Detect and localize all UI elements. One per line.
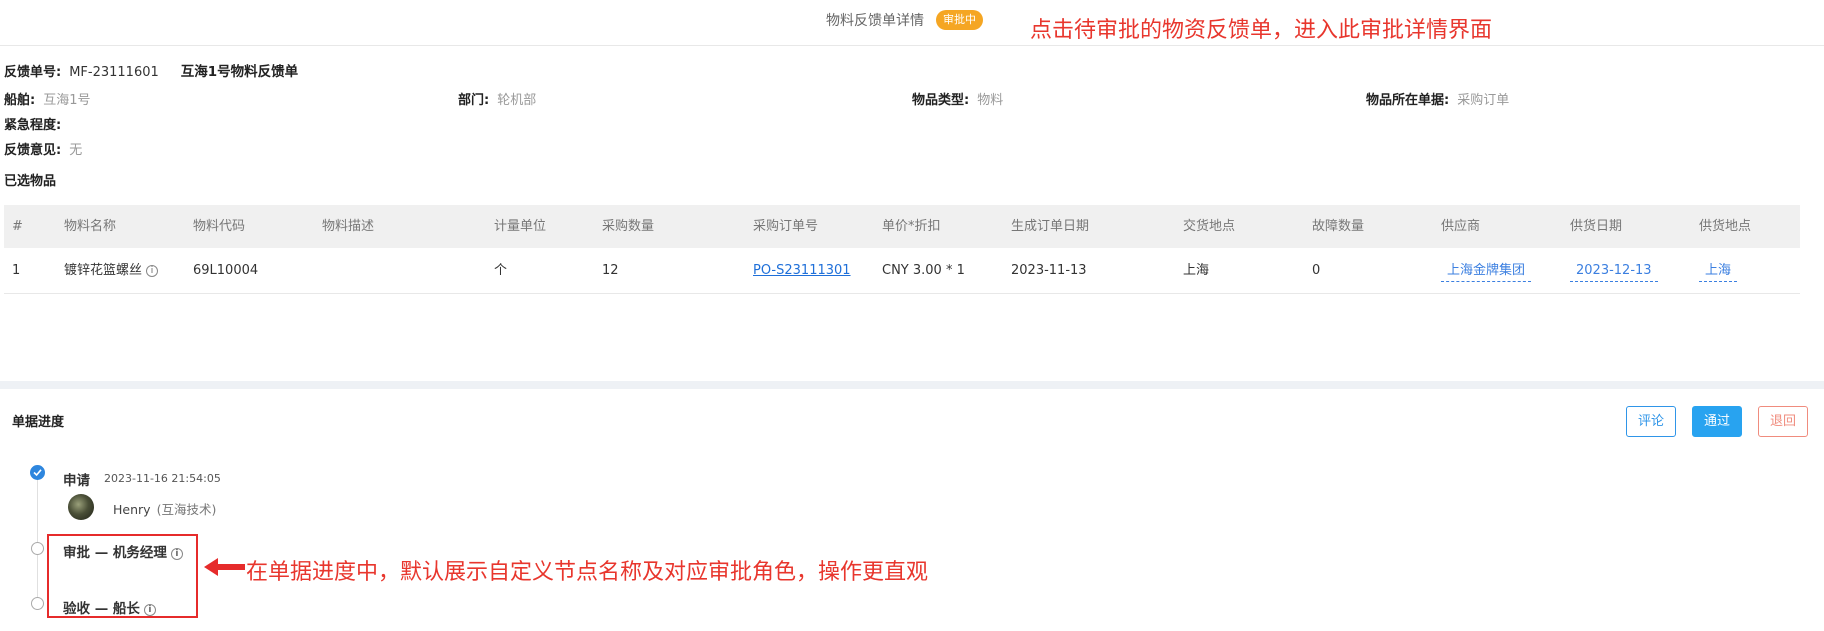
approval-detail-page: 物料反馈单详情 审批中 点击待审批的物资反馈单，进入此审批详情界面 反馈单号: M… [0,0,1824,631]
timeline-line [37,478,38,598]
section-divider [0,381,1824,389]
info-icon[interactable]: i [146,265,159,277]
item-type-field: 物品类型: 物料 [912,89,1003,108]
column-header: 交货地点 [1183,219,1236,234]
feedback-no-row: 反馈单号: MF-23111601 互海1号物料反馈单 [4,60,298,80]
avatar [68,494,94,520]
table-header: # 物料名称 物料代码 物料描述 计量单位 采购数量 采购订单号 单价*折扣 生… [4,205,1800,248]
step-done-marker [30,465,45,480]
check-icon [33,469,42,477]
material-name: 镀锌花篮螺丝 [64,263,143,278]
urgency-label: 紧急程度: [4,118,62,133]
column-header: 生成订单日期 [1011,219,1090,234]
step-apply-time: 2023-11-16 21:54:05 [104,472,221,485]
source-doc-label: 物品所在单据: [1366,93,1450,108]
urgency-field: 紧急程度: [4,114,69,133]
unit-price: CNY 3.00 * 1 [882,263,965,278]
supply-date-cell: 2023-12-13 [1570,248,1658,294]
header-bar: 物料反馈单详情 审批中 点击待审批的物资反馈单，进入此审批详情界面 [0,0,1824,46]
selected-items-table: # 物料名称 物料代码 物料描述 计量单位 采购数量 采购订单号 单价*折扣 生… [4,205,1800,294]
annotation-top: 点击待审批的物资反馈单，进入此审批详情界面 [1030,18,1493,43]
column-header: 供货日期 [1570,219,1623,234]
po-number-link[interactable]: PO-S23111301 [753,248,851,294]
user-name: Henry [113,502,151,517]
arrow-left-icon [204,558,245,576]
column-header: 故障数量 [1312,219,1365,234]
column-header: # [12,219,23,234]
form-name: 互海1号物料反馈单 [180,64,299,80]
supplier-cell: 上海金牌集团 [1441,248,1532,294]
supply-date-field[interactable]: 2023-12-13 [1570,260,1658,282]
supply-place-field[interactable]: 上海 [1699,260,1738,282]
column-header: 物料描述 [322,219,375,234]
purchase-qty: 12 [602,263,619,278]
feedback-field: 反馈意见: 无 [4,139,82,158]
step-apply-user: Henry (互海技术) [113,499,216,518]
column-header: 计量单位 [494,219,547,234]
feedback-no-label: 反馈单号: [4,65,62,80]
column-header: 采购订单号 [753,219,819,234]
annotation-bottom: 在单据进度中，默认展示自定义节点名称及对应审批角色，操作更直观 [246,560,929,585]
row-index: 1 [12,263,21,278]
column-header: 物料名称 [64,219,117,234]
fault-qty: 0 [1312,263,1321,278]
user-org: (互海技术) [156,502,217,517]
delivery-place: 上海 [1183,263,1210,278]
feedback-no-value: MF-23111601 [69,65,159,80]
item-type-label: 物品类型: [912,93,970,108]
column-header: 物料代码 [193,219,246,234]
vessel-label: 船舶: [4,93,36,108]
vessel-value: 互海1号 [43,93,91,108]
column-header: 供应商 [1441,219,1481,234]
source-doc-value: 采购订单 [1457,93,1510,108]
step-apply-name: 申请 [63,473,90,489]
feedback-value: 无 [69,143,83,158]
selected-items-title: 已选物品 [4,174,57,189]
table-row: 1 镀锌花篮螺丝 i 69L10004 个 12 PO-S23111301 CNY… [4,248,1800,294]
return-button[interactable]: 退回 [1758,406,1808,437]
supply-place-cell: 上海 [1699,248,1738,294]
item-type-value: 物料 [977,93,1004,108]
order-date: 2023-11-13 [1011,263,1087,278]
annotation-highlight-box [47,534,198,618]
progress-title: 单据进度 [12,415,65,430]
source-doc-field: 物品所在单据: 采购订单 [1366,89,1509,108]
column-header: 单价*折扣 [882,219,941,234]
dept-label: 部门: [458,93,490,108]
feedback-label: 反馈意见: [4,143,62,158]
dept-value: 轮机部 [497,93,537,108]
column-header: 采购数量 [602,219,655,234]
supplier-field[interactable]: 上海金牌集团 [1441,260,1532,282]
comment-button[interactable]: 评论 [1626,406,1676,437]
unit: 个 [494,263,508,278]
dept-field: 部门: 轮机部 [458,89,536,108]
step-pending-marker [31,597,44,610]
step-pending-marker [31,542,44,555]
status-badge: 审批中 [936,10,983,30]
approve-button[interactable]: 通过 [1692,406,1742,437]
material-code: 69L10004 [193,263,259,278]
page-title: 物料反馈单详情 [826,13,924,29]
material-name-cell: 镀锌花篮螺丝 i [64,248,159,294]
vessel-field: 船舶: 互海1号 [4,89,90,108]
column-header: 供货地点 [1699,219,1752,234]
